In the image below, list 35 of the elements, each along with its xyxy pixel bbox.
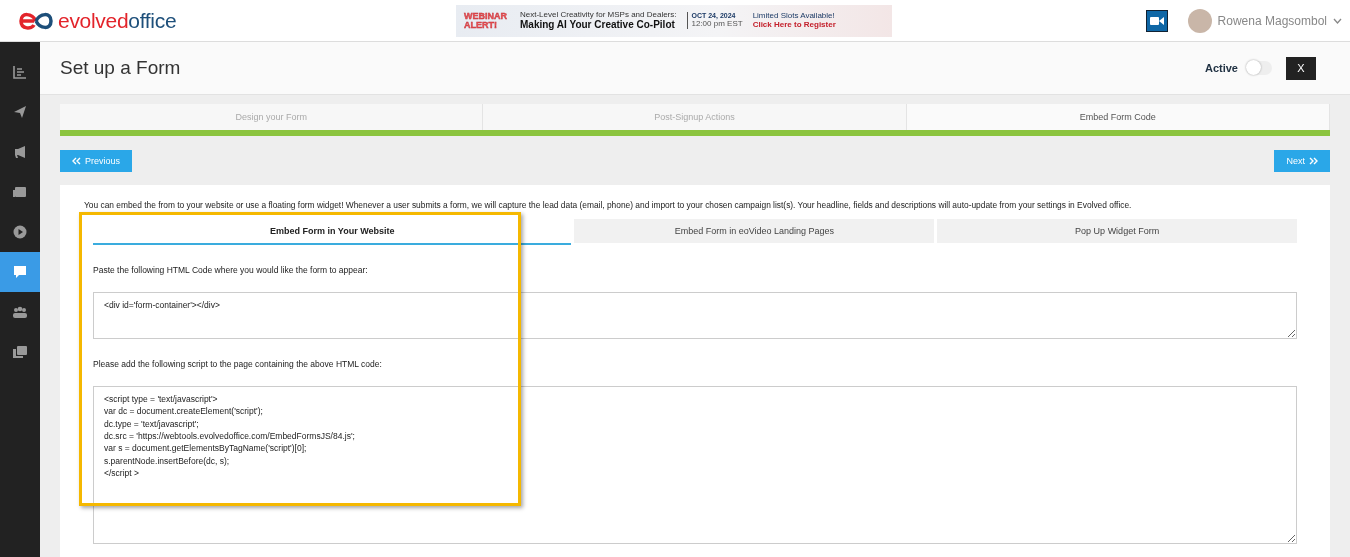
user-menu[interactable]: Rowena Magsombol	[1181, 8, 1342, 33]
html-code-field[interactable]: <div id='form-container'></div>	[93, 292, 1297, 339]
close-button[interactable]: X	[1286, 56, 1316, 80]
users-icon	[13, 305, 27, 319]
banner-slots: Limited Slots Available!	[752, 11, 836, 21]
banner-time: 12:00 pm EST	[691, 19, 743, 29]
active-label: Active	[1204, 62, 1238, 74]
step-tab[interactable]: Embed Form Code	[906, 104, 1330, 130]
double-chevron-right-icon	[1309, 157, 1318, 165]
avatar	[1187, 8, 1212, 33]
video-button[interactable]	[1145, 9, 1168, 32]
play-icon	[13, 225, 27, 239]
chart-icon	[13, 65, 27, 79]
caret-icon	[1333, 17, 1342, 24]
hint-text: Please add the following script to the page containing the above HTML code:	[93, 359, 383, 369]
page-title: Set up a Form	[60, 57, 181, 79]
gallery-icon	[13, 345, 27, 359]
banner-headline: Making AI Your Creative Co-Pilot	[520, 19, 676, 31]
intro-text: You can embed the from to your website or use a floating form widget! Whenever a user submits a form, we will capture the lead data (email, phone) and import to your chosen campaign list(s). Your headline, fields and descriptions will auto-update from your settings in Evolved office.	[84, 200, 1133, 210]
newspaper-icon	[13, 185, 27, 199]
banner-alert-text: WEBINAR ALERT!	[464, 11, 508, 30]
tab[interactable]: Embed Form in eoVideo Landing Pages	[574, 219, 935, 243]
double-chevron-left-icon	[72, 157, 81, 165]
send-icon	[13, 105, 27, 119]
logo-text[interactable]: evolvedoffice	[58, 8, 177, 33]
register-link[interactable]: Click Here to Register	[752, 20, 836, 30]
hint-text: Paste the following HTML Code where you would like the form to appear:	[93, 265, 369, 275]
active-toggle[interactable]	[1246, 61, 1272, 75]
banner-kicker: Next-Level Creativity for MSPs and Dealers:	[520, 10, 677, 20]
script-code-field[interactable]: <script type = 'text/javascript'> var dc = document.createElement('script'); dc.type = 'text/javascript'; dc.src = 'https://webtools.evolvedoffice.com/EmbedFormsJS/84.js'; var s = document.getElementsByTagName('script')[0]; s.parentNode.insertBefore(dc, s); </script >	[93, 386, 1297, 544]
megaphone-icon	[13, 145, 27, 159]
tab[interactable]: Pop Up Widget Form	[937, 219, 1297, 243]
video-camera-icon	[1149, 15, 1164, 26]
sidebar-item[interactable]	[0, 252, 40, 292]
chat-icon	[13, 265, 27, 279]
